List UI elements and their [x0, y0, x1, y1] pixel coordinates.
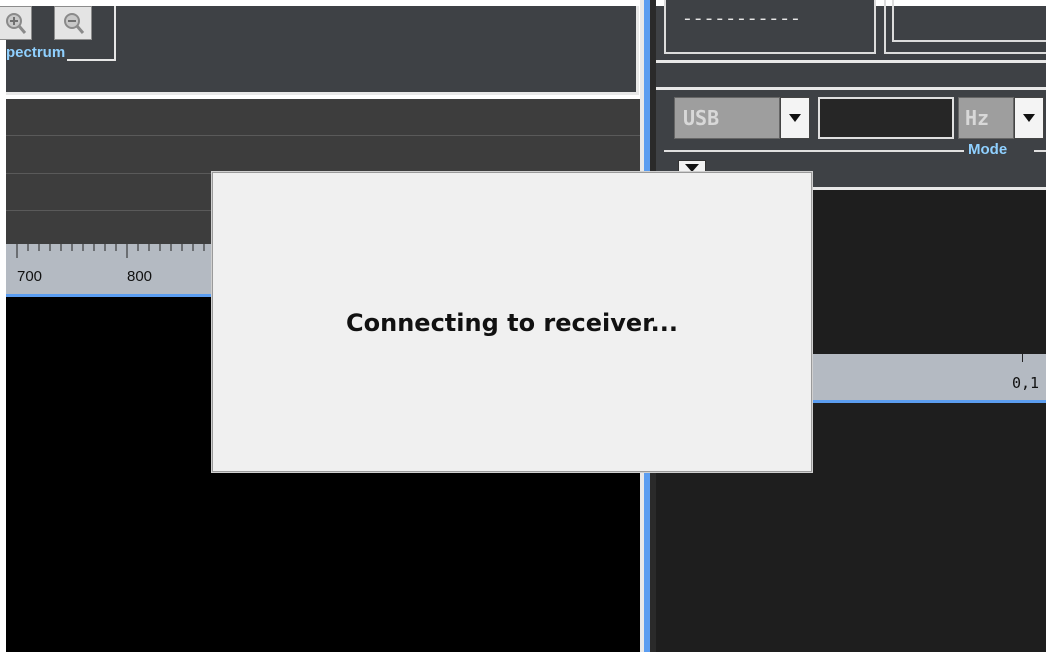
- grid-line: [6, 135, 640, 136]
- unit-select-value: Hz: [965, 106, 990, 130]
- mode-group-frame: [1034, 150, 1046, 152]
- ruler-label-700: 700: [17, 268, 43, 285]
- spectrum-toolbar: pectrum: [0, 6, 636, 92]
- divider: [6, 92, 638, 95]
- frequency-display: -----------: [682, 10, 801, 30]
- ruler-label-800: 800: [127, 268, 153, 285]
- mode-dropdown-arrow-icon[interactable]: [780, 97, 810, 139]
- unit-select[interactable]: Hz: [958, 97, 1014, 139]
- connecting-dialog: Connecting to receiver...: [212, 172, 812, 472]
- divider: [656, 60, 1046, 63]
- mode-select[interactable]: USB: [674, 97, 780, 139]
- divider: [656, 87, 1046, 90]
- mode-group-label: Mode: [966, 141, 1010, 158]
- mode-select-value: USB: [683, 106, 720, 130]
- scope-ruler-label: 0,1: [1012, 374, 1040, 392]
- divider: [636, 6, 639, 95]
- offset-input[interactable]: [818, 97, 954, 139]
- unit-dropdown-arrow-icon[interactable]: [1014, 97, 1044, 139]
- mode-group-frame: [664, 150, 964, 152]
- secondary-display: [892, 0, 1046, 42]
- spectrum-group-label: pectrum: [6, 44, 68, 61]
- connecting-message: Connecting to receiver...: [346, 309, 678, 337]
- scope-tick: [1022, 354, 1023, 362]
